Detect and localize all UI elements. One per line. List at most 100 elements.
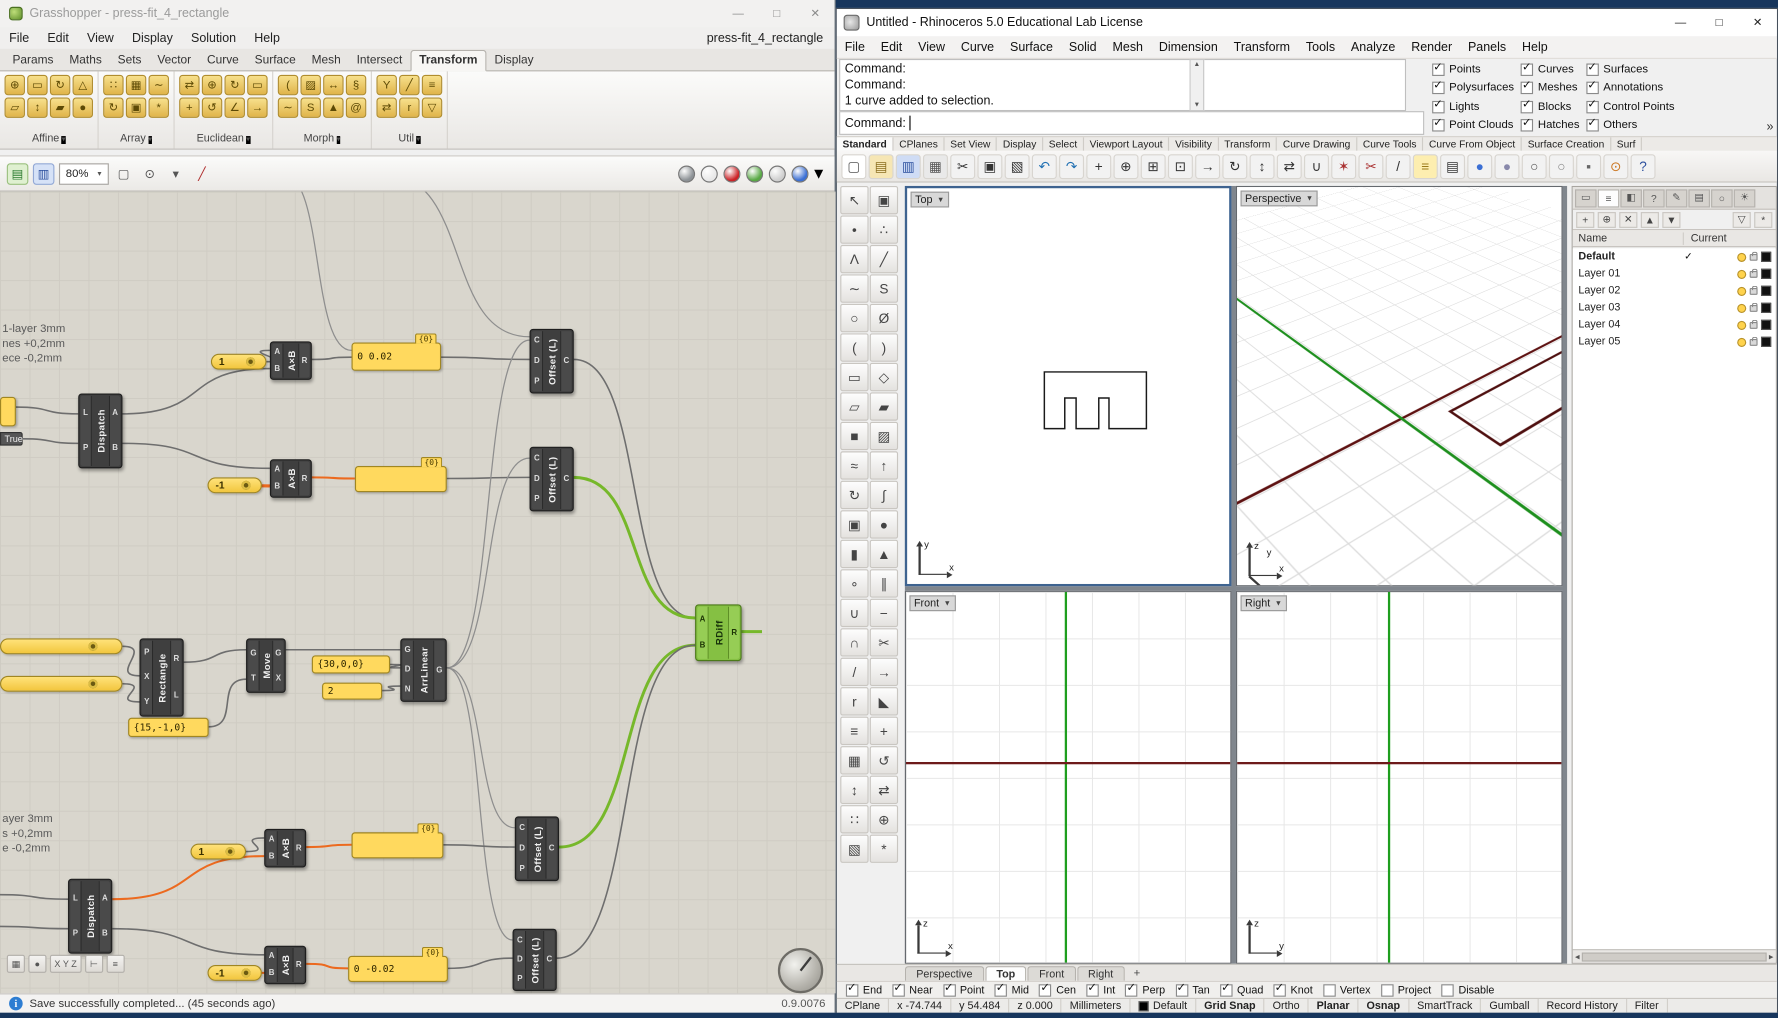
gh-menu-display[interactable]: Display xyxy=(123,31,182,45)
gh-node-offset-2[interactable]: CDPOffset (L)C xyxy=(530,447,574,512)
osnap-end[interactable]: End xyxy=(846,984,882,996)
output-port-R[interactable]: R xyxy=(296,844,302,852)
cut-icon[interactable]: ✂ xyxy=(950,154,975,179)
gh-node-offset-3[interactable]: CDPOffset (L)C xyxy=(515,816,559,881)
gh-tab-sets[interactable]: Sets xyxy=(110,51,150,70)
project-icon[interactable]: ▱ xyxy=(5,98,25,118)
layer-color-swatch[interactable] xyxy=(1761,337,1771,347)
gumball-icon[interactable]: ⊙ xyxy=(1603,154,1628,179)
viewport-tab-perspective[interactable]: Perspective xyxy=(905,966,984,981)
ruler-icon[interactable]: ⊢ xyxy=(85,955,103,973)
output-port-R[interactable]: R xyxy=(731,629,737,637)
rhino-menu-surface[interactable]: Surface xyxy=(1002,40,1061,54)
save-document-icon[interactable]: ▥ xyxy=(33,163,55,185)
layers-tab-icon[interactable]: ≡ xyxy=(1598,189,1620,207)
paint-brush-icon[interactable]: ╱ xyxy=(191,163,213,185)
layer-color-swatch[interactable] xyxy=(1761,303,1771,313)
viewport-top[interactable]: Top▼yx xyxy=(905,186,1232,586)
gh-node-region-difference[interactable]: ABRDiffR xyxy=(695,604,741,661)
mirror-icon[interactable]: ⇄ xyxy=(1277,154,1302,179)
osnap-cen[interactable]: Cen xyxy=(1039,984,1076,996)
osnap-project[interactable]: Project xyxy=(1381,984,1432,996)
linear-array-icon[interactable]: ∷ xyxy=(103,75,123,95)
save-icon[interactable]: ▥ xyxy=(896,154,921,179)
polyline-icon[interactable]: Λ xyxy=(840,245,868,273)
zoom-window-icon[interactable]: ▢ xyxy=(113,163,135,185)
mirror-icon[interactable]: ⇄ xyxy=(870,776,898,804)
split-icon[interactable]: / xyxy=(840,658,868,686)
viewport-label-top[interactable]: Top▼ xyxy=(911,192,949,208)
viewport-label-front[interactable]: Front▼ xyxy=(909,595,955,611)
filter-checkbox-surfaces[interactable]: Surfaces xyxy=(1586,64,1674,76)
layer-visibility-bulb-icon[interactable] xyxy=(1737,269,1746,278)
redo-icon[interactable]: ↷ xyxy=(1059,154,1084,179)
gh-panel-edge-panel[interactable] xyxy=(0,397,16,426)
filter-checkbox-polysurfaces[interactable]: Polysurfaces xyxy=(1432,82,1514,94)
gh-node-multiply-1[interactable]: ABA×BR xyxy=(270,341,312,380)
input-port-B[interactable]: B xyxy=(274,483,280,491)
point-icon[interactable]: • xyxy=(840,215,868,243)
filter-checkbox-hatches[interactable]: Hatches xyxy=(1521,119,1580,131)
preview-eye-icon[interactable]: ⊙ xyxy=(139,163,161,185)
slider-grip[interactable] xyxy=(241,481,250,490)
maelstrom-icon[interactable]: @ xyxy=(346,98,366,118)
zoom-dynamic-icon[interactable]: ⊕ xyxy=(1114,154,1139,179)
input-port-B[interactable]: B xyxy=(269,970,275,978)
output-port-B[interactable]: B xyxy=(112,445,118,453)
gh-tab-intersect[interactable]: Intersect xyxy=(349,51,411,70)
new-file-icon[interactable]: ▢ xyxy=(841,154,866,179)
sphere-icon[interactable]: ● xyxy=(870,510,898,538)
mirror-icon[interactable]: ⇄ xyxy=(179,75,199,95)
gh-slider-slider-cut-2[interactable] xyxy=(0,676,122,692)
osnap-int[interactable]: Int xyxy=(1086,984,1115,996)
gh-tab-surface[interactable]: Surface xyxy=(247,51,304,70)
toolbar-tab-viewport-layout[interactable]: Viewport Layout xyxy=(1084,137,1169,151)
viewport-tab-right[interactable]: Right xyxy=(1077,966,1125,981)
status-x-74-744[interactable]: x -74.744 xyxy=(889,999,951,1013)
rhino-menu-view[interactable]: View xyxy=(910,40,953,54)
delete-layer-icon[interactable]: ✕ xyxy=(1619,211,1637,227)
extrude-icon[interactable]: ↑ xyxy=(870,451,898,479)
eye-dropdown-icon[interactable]: ▾ xyxy=(165,163,187,185)
filter-checkbox-curves[interactable]: Curves xyxy=(1521,64,1580,76)
rhino-menu-tools[interactable]: Tools xyxy=(1298,40,1343,54)
polar-array-icon[interactable]: ↻ xyxy=(103,98,123,118)
gh-tab-params[interactable]: Params xyxy=(5,51,62,70)
input-port-A[interactable]: A xyxy=(274,466,280,474)
layer-icon[interactable]: ≡ xyxy=(1413,154,1438,179)
gh-panel-panel-1[interactable]: 0 0.02{0} xyxy=(352,342,442,370)
layer-visibility-bulb-icon[interactable] xyxy=(1737,252,1746,261)
wire-preview-icon[interactable] xyxy=(701,165,718,182)
osnap-perp[interactable]: Perp xyxy=(1125,984,1165,996)
select-icon[interactable]: ↖ xyxy=(840,186,868,214)
layer-visibility-bulb-icon[interactable] xyxy=(1737,337,1746,346)
scroll-down-icon[interactable]: ▼ xyxy=(1193,102,1200,109)
help-tab-icon[interactable]: ? xyxy=(1643,189,1665,207)
triangle-map-icon[interactable]: △ xyxy=(73,75,93,95)
trim-icon[interactable]: ✂ xyxy=(870,628,898,656)
output-port-R[interactable]: R xyxy=(302,475,308,483)
layer-lock-icon[interactable] xyxy=(1750,304,1758,311)
viewport-tab-top[interactable]: Top xyxy=(985,966,1027,981)
curve-array-icon[interactable]: ∼ xyxy=(149,75,169,95)
input-port-A[interactable]: A xyxy=(700,616,706,624)
close-button[interactable]: ✕ xyxy=(796,0,835,27)
loft-icon[interactable]: ≈ xyxy=(840,451,868,479)
mesh-preview-icon[interactable] xyxy=(678,165,695,182)
input-port-P[interactable]: P xyxy=(534,495,539,503)
boolean-union-icon[interactable]: ∪ xyxy=(840,599,868,627)
layer-row-layer-03[interactable]: Layer 03 xyxy=(1573,299,1776,316)
filter-checkbox-lights[interactable]: Lights xyxy=(1432,101,1514,113)
gh-panel-panel-count[interactable]: 2 xyxy=(322,683,382,700)
layer-lock-icon[interactable] xyxy=(1750,270,1758,277)
camera-obscura-icon[interactable]: ● xyxy=(73,98,93,118)
input-port-Y[interactable]: Y xyxy=(144,698,149,706)
rotate-euclid-icon[interactable]: ↺ xyxy=(202,98,222,118)
orient-euclid-icon[interactable]: ⊕ xyxy=(202,75,222,95)
status-smarttrack[interactable]: SmartTrack xyxy=(1409,999,1481,1013)
extend-icon[interactable]: → xyxy=(870,658,898,686)
copy-icon[interactable]: ▣ xyxy=(977,154,1002,179)
move-down-icon[interactable]: ▼ xyxy=(1662,211,1680,227)
input-port-L[interactable]: L xyxy=(73,895,78,903)
layer-row-layer-01[interactable]: Layer 01 xyxy=(1573,265,1776,282)
